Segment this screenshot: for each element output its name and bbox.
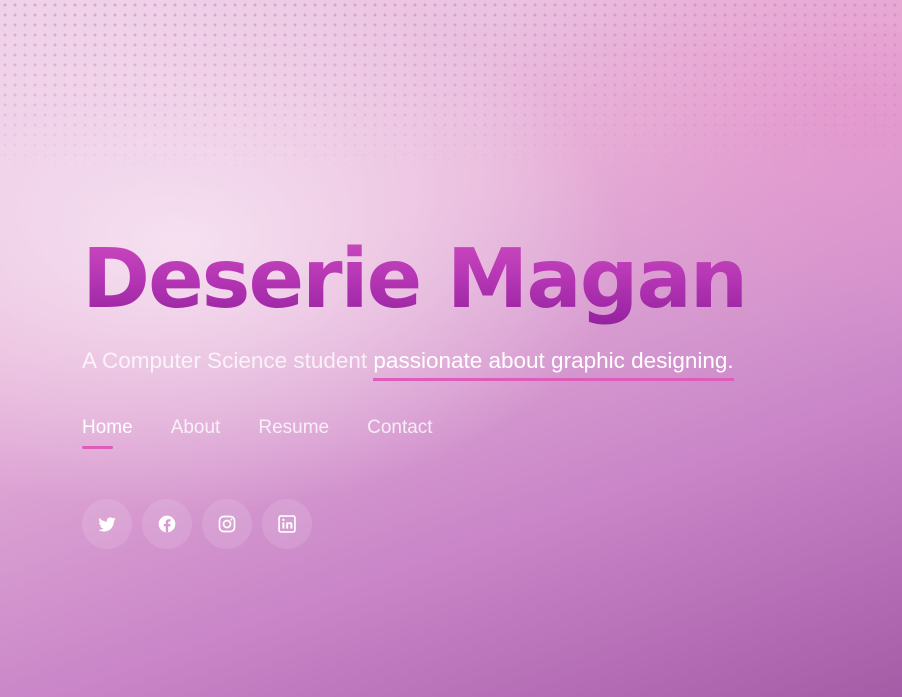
twitter-icon <box>98 517 116 532</box>
tagline-highlight: passionate about graphic designing. <box>373 348 734 381</box>
nav-item-contact[interactable]: Contact <box>367 417 432 445</box>
nav-item-about[interactable]: About <box>171 417 221 445</box>
linkedin-link[interactable] <box>262 499 312 549</box>
social-links <box>82 499 872 549</box>
main-nav: Home About Resume Contact <box>82 417 872 449</box>
hero-tagline: A Computer Science student passionate ab… <box>82 348 872 381</box>
facebook-icon <box>158 515 176 533</box>
linkedin-icon <box>278 515 296 533</box>
hero-name: Deserie Magan <box>82 228 872 332</box>
nav-item-resume[interactable]: Resume <box>258 417 329 445</box>
hero-section: Deserie Magan A Computer Science student… <box>82 228 872 549</box>
facebook-link[interactable] <box>142 499 192 549</box>
twitter-link[interactable] <box>82 499 132 549</box>
instagram-icon <box>218 515 236 533</box>
dotted-pattern-background <box>0 0 902 175</box>
tagline-text: A Computer Science student <box>82 348 374 373</box>
nav-item-home[interactable]: Home <box>82 417 133 449</box>
instagram-link[interactable] <box>202 499 252 549</box>
